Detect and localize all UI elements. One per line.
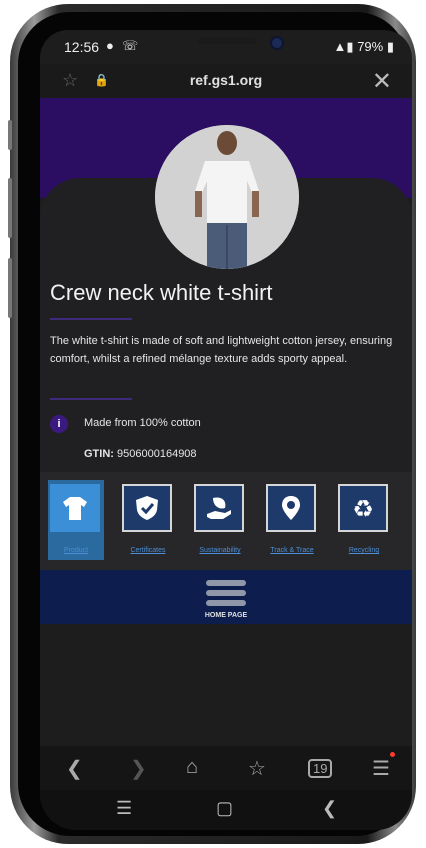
tab-label: Product: [63, 547, 89, 554]
browser-nav-bar: ❮ ❯ ⌂ ☆ 19 ☰: [40, 746, 412, 790]
forward-icon[interactable]: ❯: [130, 756, 147, 781]
material-info: Made from 100% cotton: [84, 417, 201, 429]
hand-leaf-icon: [207, 497, 231, 519]
location-pin-icon: [282, 496, 300, 520]
product-title: Crew neck white t-shirt: [50, 280, 273, 305]
home-button-icon[interactable]: ▢: [216, 798, 233, 819]
volume-button: [8, 178, 12, 238]
front-camera: [270, 36, 284, 50]
product-image: [155, 125, 299, 269]
browser-url-bar: ☆ 🔒 ref.gs1.org ✕: [40, 64, 412, 98]
recycle-icon: ♻: [352, 495, 374, 522]
battery-percent: 79%: [357, 39, 384, 54]
close-icon[interactable]: ✕: [372, 67, 392, 96]
shield-check-icon: [136, 496, 158, 520]
tab-product[interactable]: Product: [48, 480, 104, 560]
menu-icon[interactable]: ☰: [372, 756, 390, 781]
phone-screen: 12:56 ● ☏ ▲▮ 79% ▮ ☆ 🔒 ref.gs1.org ✕ Cre…: [40, 30, 412, 830]
status-bar: 12:56 ● ☏ ▲▮ 79% ▮: [40, 30, 412, 64]
message-icon: ●: [106, 38, 114, 53]
tabs-count[interactable]: 19: [308, 759, 333, 778]
tab-track-trace[interactable]: Track & Trace: [264, 480, 320, 560]
notification-dot: [390, 752, 395, 757]
speaker: [198, 38, 256, 44]
tab-label: Sustainability: [199, 547, 241, 554]
signal-icon: ▲▮: [333, 39, 354, 54]
phone-call-icon: ☏: [122, 38, 139, 53]
bookmarks-icon[interactable]: ☆: [248, 756, 266, 781]
menu-icon[interactable]: [206, 580, 246, 608]
tab-certificates[interactable]: Certificates: [120, 480, 176, 560]
gtin-value: 9506000164908: [117, 448, 197, 460]
tab-label: Certificates: [130, 547, 166, 554]
tab-icon-box: [266, 484, 316, 532]
tab-sustainability[interactable]: Sustainability: [192, 480, 248, 560]
tshirt-icon: [63, 497, 87, 520]
home-page-label: HOME PAGE: [204, 612, 248, 619]
system-nav-bar: ☰ ▢ ❮: [40, 790, 412, 830]
tab-icon-box: ♻: [338, 484, 388, 532]
section-tabs: Product Certificates Sustainability Trac…: [40, 472, 412, 570]
url-text[interactable]: ref.gs1.org: [40, 72, 412, 88]
status-right: ▲▮ 79% ▮: [334, 39, 394, 55]
gtin-label: GTIN:: [84, 448, 114, 460]
battery-icon: ▮: [386, 39, 394, 54]
tab-icon-box: [122, 484, 172, 532]
description-underline: [50, 398, 132, 400]
tab-label: Recycling: [348, 547, 380, 554]
tab-icon-box: [194, 484, 244, 532]
product-description: The white t-shirt is made of soft and li…: [50, 335, 393, 365]
gtin: GTIN: 9506000164908: [84, 448, 197, 460]
home-page-bar[interactable]: HOME PAGE: [40, 570, 412, 624]
volume-button: [8, 258, 12, 318]
home-icon[interactable]: ⌂: [186, 756, 198, 779]
tshirt-model-image: [155, 125, 299, 269]
status-time: 12:56: [64, 39, 100, 55]
tab-icon-box: [50, 484, 100, 532]
back-icon[interactable]: ❮: [66, 756, 83, 781]
tab-recycling[interactable]: ♻ Recycling: [336, 480, 392, 560]
recent-apps-icon[interactable]: ☰: [116, 798, 132, 819]
tab-label: Track & Trace: [270, 547, 314, 554]
side-button: [8, 120, 12, 150]
title-underline: [50, 318, 132, 320]
back-button-icon[interactable]: ❮: [322, 798, 337, 819]
svg-text:♻: ♻: [352, 495, 374, 522]
info-icon: i: [50, 415, 68, 433]
